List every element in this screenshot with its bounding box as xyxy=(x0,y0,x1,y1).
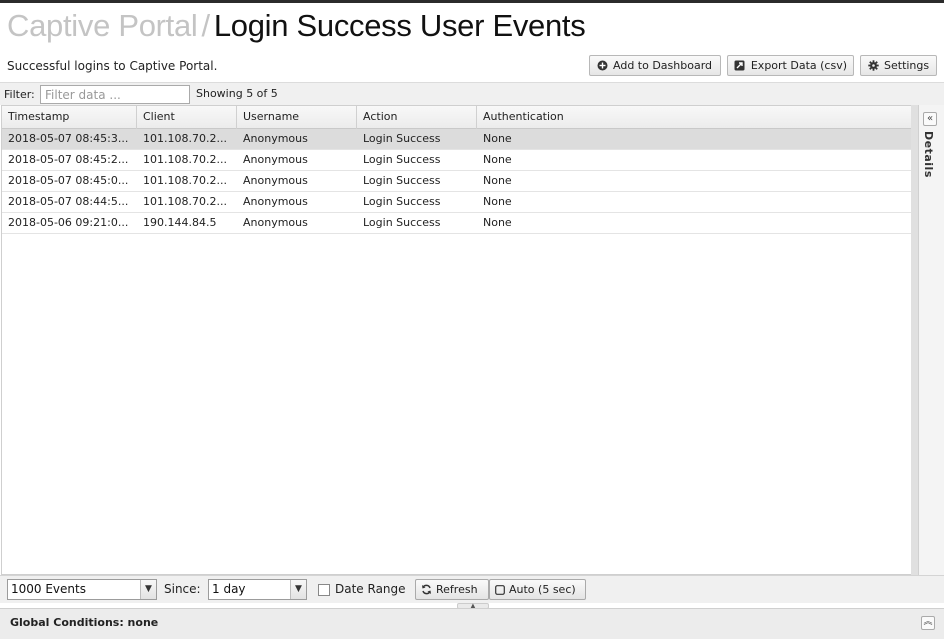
date-range-checkbox[interactable] xyxy=(318,584,330,596)
cell-client: 101.108.70.2... xyxy=(143,174,227,187)
cell-action: Login Success xyxy=(363,216,441,229)
grid-body: 2018-05-07 08:45:3... 101.108.70.2... An… xyxy=(2,129,911,234)
row-count: Showing 5 of 5 xyxy=(196,87,278,100)
since-value: 1 day xyxy=(212,582,246,596)
cell-username: Anonymous xyxy=(243,132,308,145)
table-row[interactable]: 2018-05-06 09:21:0... 190.144.84.5 Anony… xyxy=(2,213,911,234)
cell-authentication: None xyxy=(483,195,512,208)
global-conditions-text: Global Conditions: none xyxy=(10,616,159,629)
since-label: Since: xyxy=(164,582,201,596)
page-title: Captive Portal / Login Success User Events xyxy=(7,8,586,44)
auto-refresh-label: Auto (5 sec) xyxy=(509,583,576,596)
date-range-label[interactable]: Date Range xyxy=(335,582,406,596)
table-row[interactable]: 2018-05-07 08:44:5... 101.108.70.2... An… xyxy=(2,192,911,213)
top-accent-line xyxy=(0,0,944,3)
column-header-timestamp[interactable]: Timestamp xyxy=(2,106,137,129)
gear-icon xyxy=(867,60,879,72)
table-row[interactable]: 2018-05-07 08:45:0... 101.108.70.2... An… xyxy=(2,171,911,192)
breadcrumb-captive-portal[interactable]: Captive Portal xyxy=(7,8,198,43)
cell-username: Anonymous xyxy=(243,216,308,229)
cell-authentication: None xyxy=(483,132,512,145)
cell-client: 190.144.84.5 xyxy=(143,216,217,229)
export-data-label: Export Data (csv) xyxy=(750,59,847,72)
cell-action: Login Success xyxy=(363,174,441,187)
chevron-down-icon: ▼ xyxy=(290,580,306,599)
column-header-client[interactable]: Client xyxy=(137,106,237,129)
breadcrumb-separator: / xyxy=(201,8,211,43)
cell-timestamp: 2018-05-07 08:45:2... xyxy=(8,153,129,166)
cell-client: 101.108.70.2... xyxy=(143,132,227,145)
grid-header: Timestamp Client Username Action Authent… xyxy=(2,106,911,129)
filter-label: Filter: xyxy=(4,88,35,101)
cell-timestamp: 2018-05-07 08:44:5... xyxy=(8,195,129,208)
cell-username: Anonymous xyxy=(243,195,308,208)
double-chevron-up-icon[interactable]: ︽ xyxy=(921,616,935,630)
bottom-toolbar: 1000 Events ▼ Since: 1 day ▼ Date Range … xyxy=(0,575,944,603)
add-to-dashboard-label: Add to Dashboard xyxy=(613,59,713,72)
cell-authentication: None xyxy=(483,216,512,229)
since-select[interactable]: 1 day ▼ xyxy=(208,579,307,600)
cell-action: Login Success xyxy=(363,195,441,208)
table-row[interactable]: 2018-05-07 08:45:3... 101.108.70.2... An… xyxy=(2,129,911,150)
filter-bar: Filter: Showing 5 of 5 xyxy=(0,82,944,105)
cell-timestamp: 2018-05-07 08:45:3... xyxy=(8,132,129,145)
refresh-button[interactable]: Refresh xyxy=(415,579,489,600)
column-header-action[interactable]: Action xyxy=(357,106,477,129)
events-limit-select[interactable]: 1000 Events ▼ xyxy=(7,579,157,600)
table-row[interactable]: 2018-05-07 08:45:2... 101.108.70.2... An… xyxy=(2,150,911,171)
grid-scrollbar[interactable] xyxy=(911,105,918,575)
page-title-text: Login Success User Events xyxy=(213,8,586,43)
refresh-label: Refresh xyxy=(436,583,478,596)
export-data-button[interactable]: Export Data (csv) xyxy=(727,55,854,76)
cell-username: Anonymous xyxy=(243,174,308,187)
cell-action: Login Success xyxy=(363,153,441,166)
cell-authentication: None xyxy=(483,153,512,166)
auto-refresh-button[interactable]: Auto (5 sec) xyxy=(489,579,586,600)
column-header-authentication[interactable]: Authentication xyxy=(477,106,911,129)
refresh-icon xyxy=(421,584,432,595)
external-link-icon xyxy=(734,60,746,72)
page-subtitle: Successful logins to Captive Portal. xyxy=(7,59,218,73)
details-pane: « Details xyxy=(918,105,944,575)
double-chevron-left-icon[interactable]: « xyxy=(923,112,937,126)
settings-label: Settings xyxy=(884,59,930,72)
filter-input[interactable] xyxy=(40,85,190,104)
add-to-dashboard-button[interactable]: Add to Dashboard xyxy=(589,55,721,76)
details-pane-label[interactable]: Details xyxy=(922,131,935,178)
cell-timestamp: 2018-05-07 08:45:0... xyxy=(8,174,129,187)
cell-client: 101.108.70.2... xyxy=(143,195,227,208)
cell-timestamp: 2018-05-06 09:21:0... xyxy=(8,216,129,229)
events-grid: Timestamp Client Username Action Authent… xyxy=(1,105,911,575)
chevron-down-icon: ▼ xyxy=(140,580,156,599)
global-conditions-bar[interactable]: Global Conditions: none ︽ xyxy=(0,608,944,639)
column-header-username[interactable]: Username xyxy=(237,106,357,129)
cell-action: Login Success xyxy=(363,132,441,145)
checkbox-empty-icon xyxy=(495,584,505,595)
events-limit-value: 1000 Events xyxy=(11,582,86,596)
cell-authentication: None xyxy=(483,174,512,187)
cell-client: 101.108.70.2... xyxy=(143,153,227,166)
settings-button[interactable]: Settings xyxy=(860,55,937,76)
cell-username: Anonymous xyxy=(243,153,308,166)
plus-circle-icon xyxy=(596,60,608,72)
